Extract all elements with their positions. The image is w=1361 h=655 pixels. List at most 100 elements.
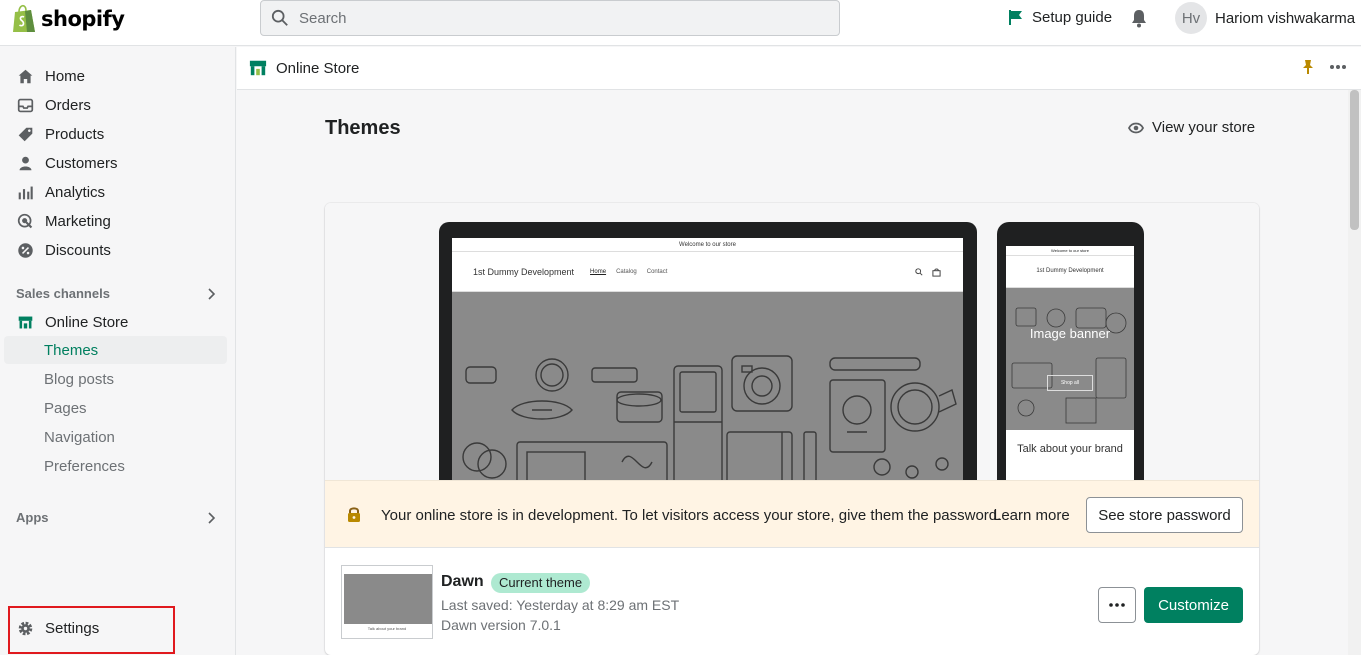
discounts-icon — [18, 242, 33, 258]
sidebar-subitem-label: Blog posts — [44, 370, 115, 388]
sidebar-item-marketing[interactable]: Marketing — [4, 207, 227, 235]
search-icon — [915, 268, 923, 276]
current-theme-badge: Current theme — [491, 573, 591, 593]
desktop-store-header: 1st Dummy Development Home Catalog Conta… — [452, 252, 963, 292]
sidebar-item-label: Settings — [45, 619, 100, 637]
sidebar-item-label: Analytics — [45, 183, 106, 201]
mobile-hero-title: Image banner — [1029, 326, 1111, 341]
shopify-bag-icon — [13, 4, 35, 32]
orders-icon — [17, 98, 34, 112]
theme-row: Talk about your brand Dawn Current theme… — [325, 549, 1259, 655]
more-options-icon[interactable] — [1329, 64, 1347, 70]
hero-illustration — [1011, 307, 1127, 424]
theme-thumbnail[interactable]: Talk about your brand — [341, 565, 433, 639]
online-store-icon — [249, 60, 267, 76]
sidebar-item-label: Online Store — [45, 313, 129, 331]
sidebar-item-label: Discounts — [45, 241, 111, 259]
theme-name: Dawn — [441, 573, 484, 590]
desktop-nav-contact: Contact — [646, 268, 668, 275]
sidebar-subitem-pages[interactable]: Pages — [4, 394, 227, 422]
sidebar-item-products[interactable]: Products — [4, 120, 227, 148]
page-header: Online Store — [237, 47, 1361, 90]
more-options-icon — [1109, 603, 1125, 607]
sidebar-item-label: Marketing — [45, 212, 111, 230]
sidebar-subitem-preferences[interactable]: Preferences — [4, 452, 227, 480]
desktop-nav-home: Home — [590, 268, 607, 275]
thumbnail-caption: Talk about your brand — [367, 626, 407, 631]
search-input[interactable] — [299, 9, 799, 27]
sidebar-item-label: Products — [45, 125, 105, 143]
sidebar-item-settings[interactable]: Settings — [4, 614, 164, 642]
top-bar: shopify Setup guide Hv Hariom vishwakarm… — [0, 0, 1361, 46]
learn-more-link[interactable]: Learn more — [993, 507, 1070, 524]
cart-icon — [932, 268, 941, 277]
sidebar: Home Orders Products Customers Analytics… — [0, 47, 236, 655]
products-icon — [18, 127, 33, 141]
desktop-announcement: Welcome to our store — [452, 238, 963, 252]
avatar: Hv — [1175, 2, 1207, 34]
page-title: Themes — [325, 117, 401, 139]
view-store-link[interactable]: View your store — [1128, 119, 1255, 136]
see-store-password-button[interactable]: See store password — [1086, 497, 1243, 533]
sidebar-item-orders[interactable]: Orders — [4, 91, 227, 119]
sidebar-subitem-label: Pages — [44, 399, 87, 417]
sidebar-subitem-themes[interactable]: Themes — [4, 336, 227, 364]
apps-label: Apps — [16, 510, 49, 525]
mobile-preview-screen: Welcome to our store 1st Dummy Developme… — [1006, 246, 1134, 480]
sidebar-item-customers[interactable]: Customers — [4, 149, 227, 177]
notifications-bell-icon[interactable] — [1129, 8, 1149, 28]
page-header-title: Online Store — [276, 59, 360, 77]
mobile-talk-text: Talk about your brand — [1017, 443, 1123, 455]
apps-header[interactable]: Apps — [16, 510, 216, 525]
customize-button[interactable]: Customize — [1144, 587, 1243, 623]
mobile-store-name: 1st Dummy Development — [1036, 268, 1104, 274]
sales-channels-header[interactable]: Sales channels — [16, 286, 216, 301]
setup-guide-button[interactable]: Setup guide — [1008, 9, 1112, 26]
brand-name: shopify — [41, 7, 125, 31]
online-store-icon — [18, 316, 33, 328]
mobile-announcement: Welcome to our store — [1006, 246, 1134, 256]
desktop-preview: Welcome to our store 1st Dummy Developme… — [439, 222, 977, 480]
desktop-preview-screen: Welcome to our store 1st Dummy Developme… — [452, 238, 963, 480]
chevron-right-icon — [208, 511, 216, 524]
view-store-label: View your store — [1152, 119, 1256, 136]
sidebar-subitem-blog-posts[interactable]: Blog posts — [4, 365, 227, 393]
pin-icon[interactable] — [1301, 59, 1315, 75]
theme-preview[interactable]: Welcome to our store 1st Dummy Developme… — [325, 203, 1259, 480]
home-icon — [18, 69, 33, 83]
eye-icon — [1128, 122, 1144, 133]
mobile-preview: Welcome to our store 1st Dummy Developme… — [997, 222, 1144, 480]
customers-icon — [19, 156, 32, 170]
sidebar-item-home[interactable]: Home — [4, 62, 227, 90]
flag-icon — [1009, 10, 1022, 25]
scrollbar-thumb[interactable] — [1350, 90, 1359, 230]
desktop-hero-image — [452, 292, 963, 480]
sidebar-subitem-label: Preferences — [44, 457, 125, 475]
mobile-store-header: 1st Dummy Development — [1006, 256, 1134, 288]
shopify-logo[interactable]: shopify — [11, 4, 125, 34]
mobile-shop-all: Shop all — [1047, 375, 1093, 391]
user-menu[interactable]: Hv Hariom vishwakarma — [1175, 2, 1355, 34]
sales-channels-label: Sales channels — [16, 286, 110, 301]
sidebar-item-analytics[interactable]: Analytics — [4, 178, 227, 206]
setup-guide-label: Setup guide — [1032, 9, 1113, 26]
mobile-hero-image: Image banner Shop all — [1006, 288, 1134, 430]
development-store-banner: Your online store is in development. To … — [325, 480, 1259, 548]
sidebar-item-label: Orders — [45, 96, 91, 114]
theme-actions-button[interactable] — [1098, 587, 1136, 623]
desktop-store-nav: Home Catalog Contact — [590, 269, 667, 275]
lock-icon — [348, 507, 360, 522]
sidebar-subitem-label: Themes — [44, 341, 99, 359]
current-theme-card: Welcome to our store 1st Dummy Developme… — [325, 203, 1259, 655]
sidebar-item-discounts[interactable]: Discounts — [4, 236, 227, 264]
sidebar-item-label: Customers — [45, 154, 118, 172]
hero-illustration — [462, 355, 957, 480]
search-bar[interactable] — [260, 0, 840, 36]
sidebar-subitem-label: Navigation — [44, 428, 115, 446]
user-name: Hariom vishwakarma — [1215, 9, 1356, 27]
gear-icon — [18, 621, 33, 635]
sidebar-subitem-navigation[interactable]: Navigation — [4, 423, 227, 451]
sidebar-item-online-store[interactable]: Online Store — [4, 308, 227, 336]
desktop-nav-catalog: Catalog — [616, 268, 637, 275]
desktop-store-name: 1st Dummy Development — [473, 266, 575, 277]
